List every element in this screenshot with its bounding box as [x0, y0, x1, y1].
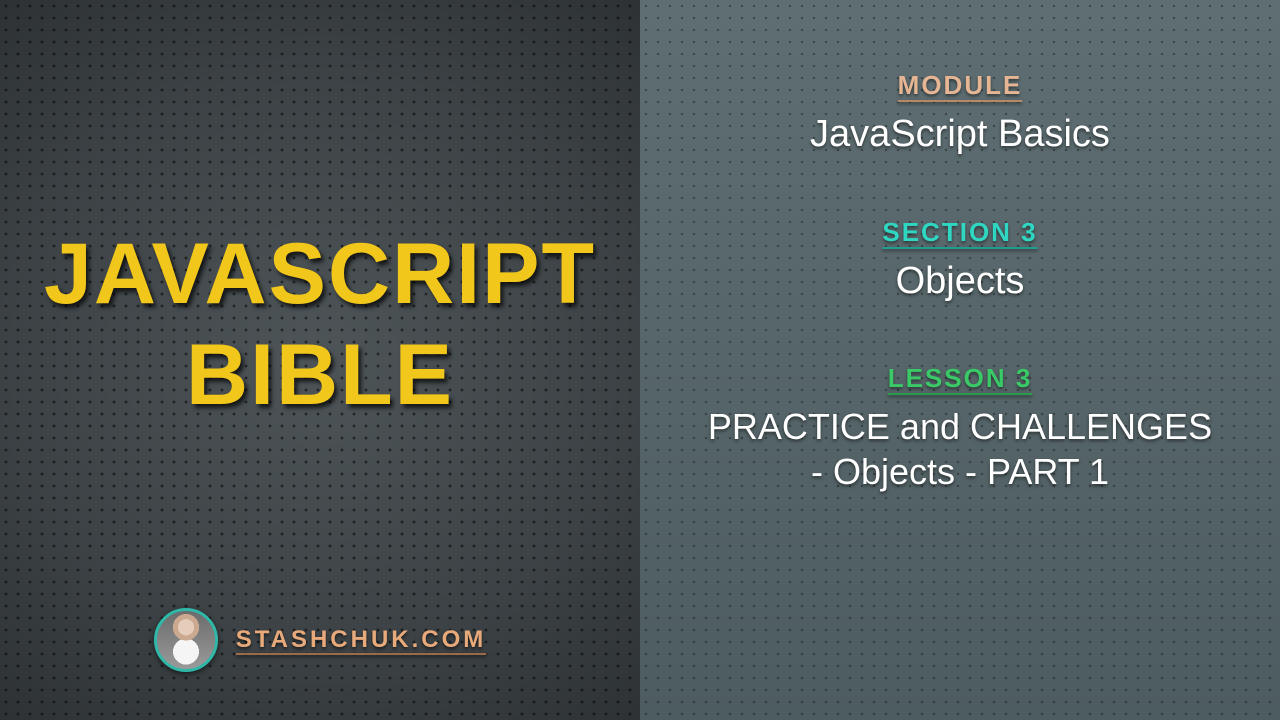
- course-title: JAVASCRIPT BIBLE: [44, 227, 596, 422]
- author-avatar: [154, 608, 218, 672]
- lesson-group: LESSON 3 PRACTICE and CHALLENGES - Objec…: [700, 363, 1220, 494]
- section-group: SECTION 3 Objects: [882, 217, 1037, 306]
- section-name: Objects: [882, 258, 1037, 306]
- author-row: STASHCHUK.COM: [0, 608, 640, 672]
- lesson-name: PRACTICE and CHALLENGES - Objects - PART…: [700, 404, 1220, 494]
- slide: JAVASCRIPT BIBLE STASHCHUK.COM MODULE Ja…: [0, 0, 1280, 720]
- section-label: SECTION 3: [882, 217, 1037, 248]
- right-panel: MODULE JavaScript Basics SECTION 3 Objec…: [640, 0, 1280, 720]
- author-site-link[interactable]: STASHCHUK.COM: [236, 626, 487, 654]
- module-label: MODULE: [810, 70, 1110, 101]
- course-title-line2: BIBLE: [44, 328, 596, 423]
- course-title-line1: JAVASCRIPT: [44, 227, 596, 322]
- module-name: JavaScript Basics: [810, 111, 1110, 159]
- module-group: MODULE JavaScript Basics: [810, 70, 1110, 159]
- lesson-label: LESSON 3: [700, 363, 1220, 394]
- left-panel: JAVASCRIPT BIBLE STASHCHUK.COM: [0, 0, 640, 720]
